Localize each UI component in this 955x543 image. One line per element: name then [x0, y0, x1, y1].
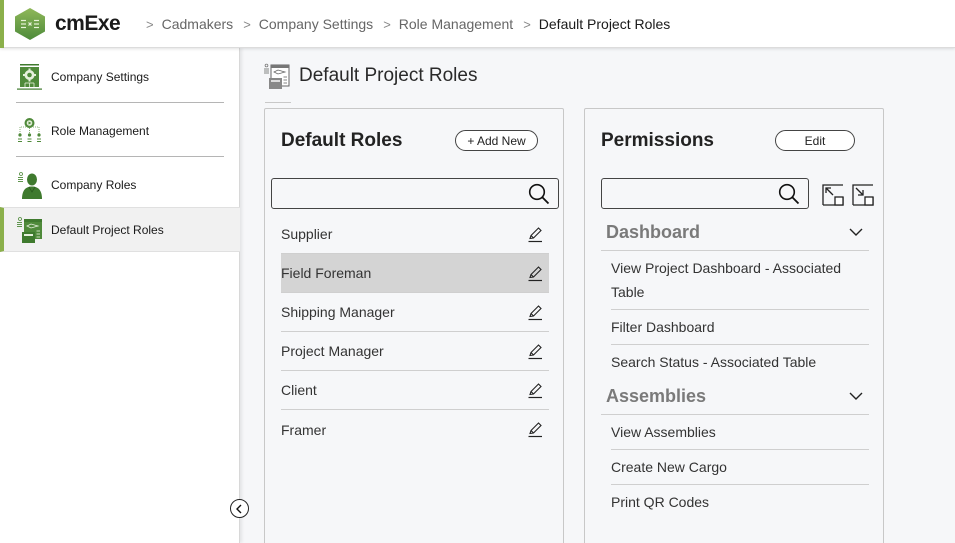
default-roles-panel: Default Roles + Add New Supplier Field F…: [264, 108, 564, 543]
edit-permissions-button[interactable]: Edit: [775, 130, 855, 151]
sidebar-divider: [16, 102, 224, 103]
role-row-client[interactable]: Client: [281, 371, 549, 410]
pencil-edit-icon[interactable]: [527, 226, 543, 243]
search-icon[interactable]: [528, 183, 550, 205]
breadcrumb-separator-icon: >: [146, 16, 154, 32]
chevron-down-icon[interactable]: [849, 391, 863, 401]
roles-search-box: [271, 178, 559, 209]
role-management-icon: [18, 117, 41, 142]
role-name: Framer: [281, 421, 327, 438]
breadcrumb: > Cadmakers > Company Settings > Role Ma…: [146, 16, 680, 32]
permission-item: Print QR Codes: [611, 494, 710, 510]
role-name: Client: [281, 382, 317, 398]
roles-list: Supplier Field Foreman Shipping Manager …: [281, 215, 549, 449]
chevron-down-icon[interactable]: [849, 227, 863, 237]
top-header: cmExe > Cadmakers > Company Settings > R…: [0, 0, 955, 48]
pencil-edit-icon[interactable]: [527, 421, 543, 438]
company-settings-icon: [17, 63, 42, 90]
header-accent-bar: [0, 0, 4, 48]
breadcrumb-separator-icon: >: [383, 16, 391, 32]
role-row-supplier[interactable]: Supplier: [281, 215, 549, 254]
role-name: Field Foreman: [281, 265, 372, 281]
role-row-field-foreman[interactable]: Field Foreman: [281, 254, 549, 293]
title-underline: [265, 102, 291, 103]
breadcrumb-cadmakers[interactable]: Cadmakers: [162, 16, 234, 32]
sidebar-item-default-project-roles[interactable]: Default Project Roles: [0, 207, 240, 252]
role-name: Project Manager: [281, 343, 384, 359]
sidebar-collapse-button[interactable]: [230, 499, 249, 518]
app-name: cmExe: [55, 12, 121, 35]
pencil-edit-icon[interactable]: [527, 304, 543, 321]
chevron-left-icon: [236, 504, 242, 513]
permission-group-assemblies[interactable]: Assemblies: [601, 379, 869, 415]
default-project-roles-icon: [17, 216, 42, 243]
pencil-edit-icon[interactable]: [527, 265, 543, 282]
permission-group-name: Dashboard: [606, 222, 701, 242]
page-header: Default Project Roles: [263, 62, 477, 90]
permission-group-dashboard[interactable]: Dashboard: [601, 215, 869, 251]
sidebar: Company Settings Role Management Company…: [0, 48, 240, 543]
permission-item: Search Status - Associated Table: [611, 354, 817, 370]
default-roles-title: Default Roles: [281, 130, 403, 151]
breadcrumb-default-project-roles: Default Project Roles: [538, 16, 671, 32]
permissions-search-box: [601, 178, 809, 209]
role-row-framer[interactable]: Framer: [281, 410, 549, 449]
roles-search-input[interactable]: [272, 179, 558, 208]
sidebar-item-label: Company Roles: [51, 177, 137, 192]
sidebar-item-label: Role Management: [51, 123, 150, 138]
permission-item: View Project Dashboard - Associated Tabl…: [611, 251, 869, 310]
cmexe-hexagon-logo-icon[interactable]: [14, 7, 46, 41]
permission-item: Filter Dashboard: [611, 310, 869, 345]
collapse-all-icon[interactable]: [852, 184, 874, 206]
sidebar-item-company-settings[interactable]: Company Settings: [0, 54, 240, 99]
permissions-list: Dashboard View Project Dashboard - Assoc…: [601, 215, 869, 519]
permissions-panel: Permissions Edit Dashboard View Project …: [584, 108, 884, 543]
role-row-project-manager[interactable]: Project Manager: [281, 332, 549, 371]
sidebar-item-role-management[interactable]: Role Management: [0, 108, 240, 153]
page-title: Default Project Roles: [299, 65, 478, 86]
breadcrumb-separator-icon: >: [243, 16, 251, 32]
default-project-roles-icon: [264, 63, 290, 89]
role-name: Shipping Manager: [281, 304, 395, 320]
role-row-shipping-manager[interactable]: Shipping Manager: [281, 293, 549, 332]
sidebar-item-label: Company Settings: [51, 69, 150, 84]
company-roles-icon: [18, 171, 42, 199]
pencil-edit-icon[interactable]: [527, 343, 543, 360]
permissions-title: Permissions: [601, 130, 714, 151]
sidebar-item-label: Default Project Roles: [51, 222, 164, 237]
breadcrumb-company-settings[interactable]: Company Settings: [259, 16, 373, 32]
permission-item: View Assemblies: [611, 415, 869, 450]
breadcrumb-role-management[interactable]: Role Management: [399, 16, 513, 32]
expand-all-icon[interactable]: [822, 184, 844, 206]
search-icon[interactable]: [778, 183, 800, 205]
role-name: Supplier: [281, 226, 333, 242]
sidebar-item-company-roles[interactable]: Company Roles: [0, 162, 240, 207]
pencil-edit-icon[interactable]: [527, 382, 543, 399]
sidebar-divider: [16, 156, 224, 157]
permission-item: Create New Cargo: [611, 450, 869, 485]
breadcrumb-separator-icon: >: [523, 16, 531, 32]
add-new-role-button[interactable]: + Add New: [455, 130, 538, 151]
permission-group-name: Assemblies: [606, 386, 707, 406]
